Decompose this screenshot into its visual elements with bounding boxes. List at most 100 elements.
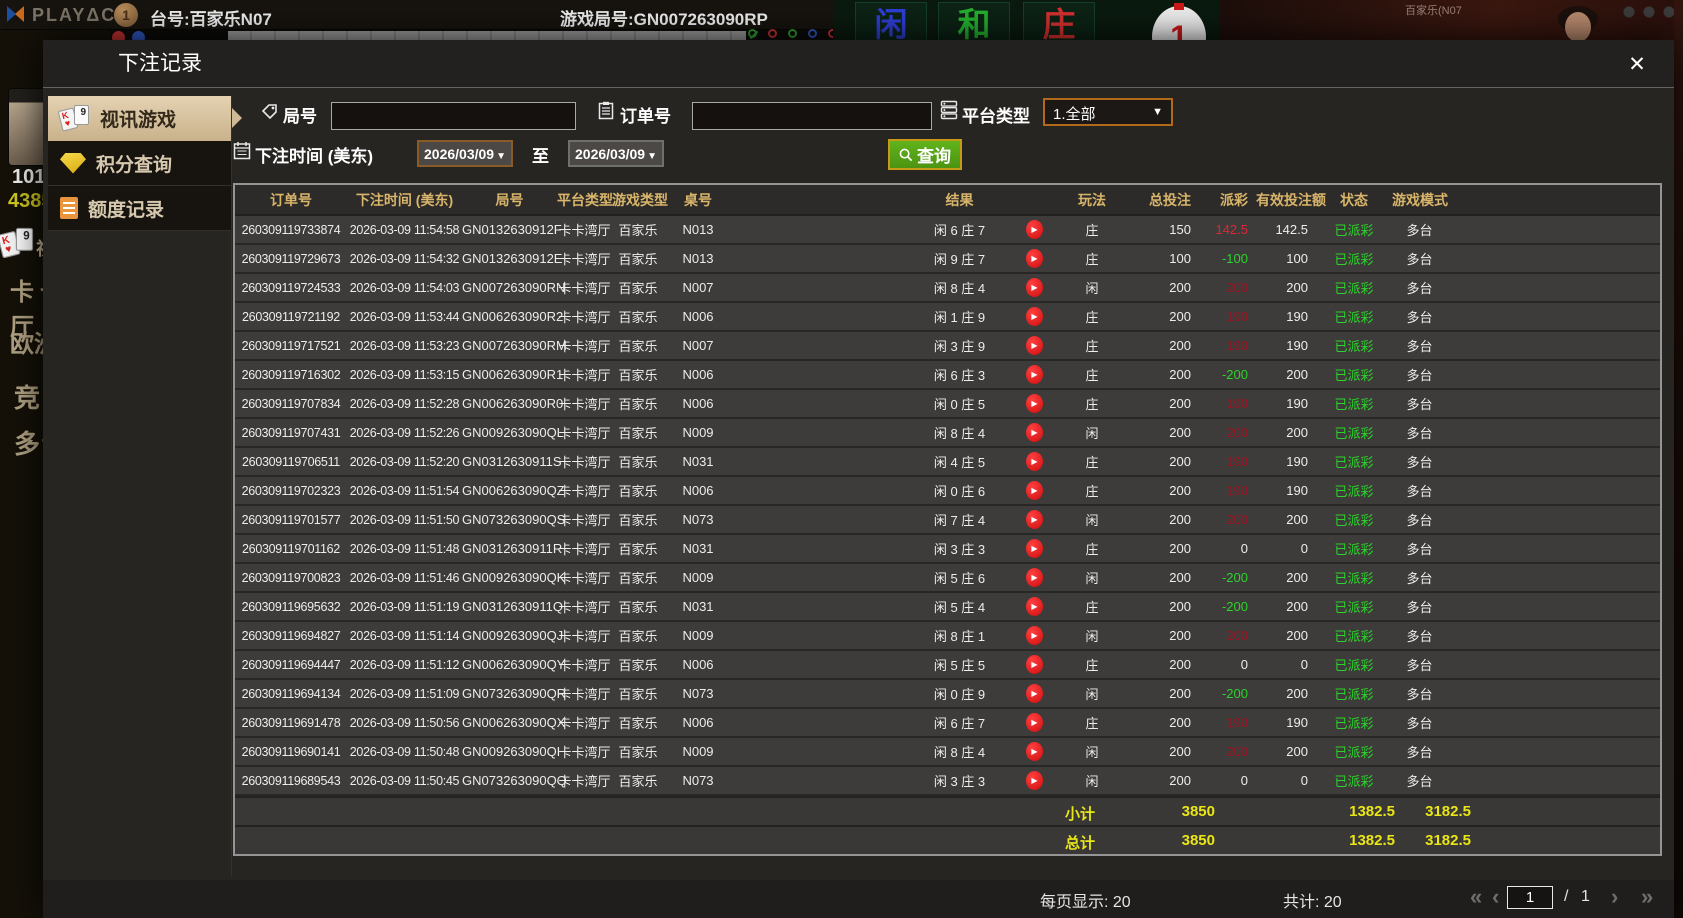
cell-sp2 [1447, 418, 1660, 448]
grand-total-row: 总计 3850 1382.5 3182.5 [235, 825, 1660, 854]
bet-zone-panel: 闲 和 庄 1 百家乐(N07 [833, 0, 1683, 68]
date-to-picker[interactable]: 2026/03/09 ▼ [568, 140, 664, 167]
grand-total-bet: 3850 [1181, 832, 1215, 849]
cell-game: 百家乐 [612, 766, 664, 796]
cell-play: ▶ [1007, 360, 1062, 390]
lobby-nav-jing[interactable]: 竞 [14, 378, 40, 415]
play-icon[interactable]: ▶ [1026, 713, 1043, 732]
chevron-down-icon: ▼ [647, 151, 657, 162]
cell-total: 100 [1122, 244, 1199, 274]
bet-zone-player[interactable]: 闲 [855, 2, 927, 44]
play-icon[interactable]: ▶ [1026, 336, 1043, 355]
play-icon[interactable]: ▶ [1026, 307, 1043, 326]
play-icon[interactable]: ▶ [1026, 220, 1043, 239]
cell-beton: 庄 [1062, 302, 1122, 332]
play-icon[interactable]: ▶ [1026, 655, 1043, 674]
cell-order: 260309119733874 [235, 215, 347, 245]
cell-mode: 多台 [1392, 476, 1447, 506]
payout-value: 190 [1226, 338, 1248, 353]
cell-beton: 庄 [1062, 244, 1122, 274]
cell-tbl: N006 [664, 389, 732, 419]
play-icon[interactable]: ▶ [1026, 568, 1043, 587]
table-row: 260309119716302 2026-03-09 11:53:15 GN0062… [235, 360, 1660, 390]
table-row: 260309119721192 2026-03-09 11:53:44 GN0062… [235, 302, 1660, 332]
date-from-picker[interactable]: 2026/03/09 ▼ [417, 140, 513, 167]
cell-result: 闲 0 庄 5 [912, 389, 1007, 419]
round-filter-label: 局号 [283, 107, 317, 126]
next-page-icon[interactable]: › [1611, 884, 1618, 910]
play-icon[interactable]: ▶ [1026, 278, 1043, 297]
cell-result: 闲 5 庄 5 [912, 650, 1007, 680]
cell-sp2 [1447, 592, 1660, 622]
cell-payout: 190 [1199, 331, 1256, 361]
dealer-video: 百家乐(N07 [1220, 0, 1683, 44]
col-header-game: 游戏类型 [612, 185, 668, 216]
payout-value: 200 [1226, 744, 1248, 759]
cell-total: 200 [1122, 592, 1199, 622]
bet-zone-tie[interactable]: 和 [938, 2, 1010, 44]
play-icon[interactable]: ▶ [1026, 539, 1043, 558]
prev-page-icon[interactable]: ‹ [1492, 884, 1499, 910]
play-icon[interactable]: ▶ [1026, 742, 1043, 761]
play-icon[interactable]: ▶ [1026, 684, 1043, 703]
order-input[interactable] [692, 102, 932, 130]
cell-game: 百家乐 [612, 621, 664, 651]
last-page-icon[interactable]: » [1641, 884, 1653, 910]
payout-value: 142.5 [1215, 222, 1248, 237]
to-label: 至 [532, 147, 549, 166]
cell-tbl: N009 [664, 737, 732, 767]
play-icon[interactable]: ▶ [1026, 510, 1043, 529]
play-icon[interactable]: ▶ [1026, 423, 1043, 442]
sidebar-item-gem[interactable]: 积分查询 [48, 141, 231, 186]
play-icon[interactable]: ▶ [1026, 597, 1043, 616]
play-icon[interactable]: ▶ [1026, 365, 1043, 384]
search-button[interactable]: 查询 [888, 139, 962, 170]
payout-value: -200 [1221, 686, 1248, 701]
sidebar-item-cards[interactable]: 视讯游戏 [48, 96, 242, 141]
play-icon[interactable]: ▶ [1026, 771, 1043, 790]
cell-game: 百家乐 [612, 650, 664, 680]
cell-platform: 卡卡湾厅 [557, 273, 612, 303]
cell-valid: 190 [1256, 476, 1316, 506]
cell-result: 闲 9 庄 7 [912, 244, 1007, 274]
cell-play: ▶ [1007, 273, 1062, 303]
cell-play: ▶ [1007, 563, 1062, 593]
platform-select[interactable]: 1.全部 ▼ [1043, 98, 1173, 126]
cell-mode: 多台 [1392, 708, 1447, 738]
first-page-icon[interactable]: « [1470, 884, 1482, 910]
modal-title: 下注记录 [118, 52, 202, 75]
cell-total: 200 [1122, 679, 1199, 709]
sidebar-item-doc[interactable]: 额度记录 [48, 186, 231, 231]
cell-round: GN009263090QI [462, 737, 560, 767]
bet-zone-banker[interactable]: 庄 [1023, 2, 1095, 44]
cell-status: 已派彩 [1316, 534, 1392, 564]
grand-total-valid-bet: 3182.5 [1425, 832, 1471, 849]
payout-value: 200 [1226, 628, 1248, 643]
cell-order: 260309119690141 [235, 737, 347, 767]
play-icon[interactable]: ▶ [1026, 481, 1043, 500]
page-input[interactable] [1507, 886, 1553, 909]
cell-status: 已派彩 [1316, 331, 1392, 361]
platform-icon [940, 100, 958, 120]
play-icon[interactable]: ▶ [1026, 249, 1043, 268]
cell-platform: 卡卡湾厅 [557, 592, 612, 622]
table-row: 260309119724533 2026-03-09 11:54:03 GN0072… [235, 273, 1660, 303]
cell-round: GN006263090QZ [462, 476, 565, 506]
cell-platform: 卡卡湾厅 [557, 505, 612, 535]
cell-payout: 200 [1199, 418, 1256, 448]
play-icon[interactable]: ▶ [1026, 394, 1043, 413]
cell-sp1 [732, 534, 912, 564]
cell-sp1 [732, 505, 912, 535]
cell-valid: 0 [1256, 534, 1316, 564]
cell-total: 150 [1122, 215, 1199, 245]
close-icon[interactable]: ✕ [1622, 50, 1652, 78]
cell-platform: 卡卡湾厅 [557, 621, 612, 651]
play-icon[interactable]: ▶ [1026, 452, 1043, 471]
play-icon[interactable]: ▶ [1026, 626, 1043, 645]
date-to-value: 2026/03/09 [575, 146, 646, 162]
cell-result: 闲 1 庄 9 [912, 302, 1007, 332]
cell-beton: 庄 [1062, 476, 1122, 506]
cell-round: GN009263090QJ [462, 621, 563, 651]
round-input[interactable] [331, 102, 576, 130]
cell-tbl: N006 [664, 708, 732, 738]
